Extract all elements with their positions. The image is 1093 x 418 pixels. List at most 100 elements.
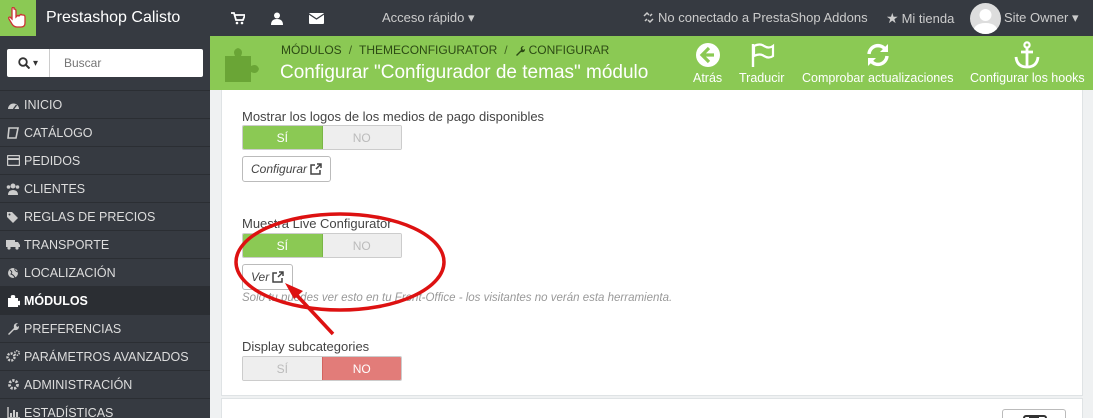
external-link-icon	[310, 163, 322, 175]
live-configurator-help: Solo tu puedes ver esto en tu Front-Offi…	[242, 292, 673, 304]
external-link-icon	[272, 271, 284, 283]
wrench-icon	[515, 45, 525, 56]
my-shop-link[interactable]: ★ Mi tienda	[886, 10, 954, 27]
subcategories-label: Display subcategories	[242, 339, 370, 354]
breadcrumb-item-configure: CONFIGURAR	[528, 43, 610, 57]
configure-button[interactable]: Configurar	[242, 156, 332, 182]
payment-logos-no[interactable]: NO	[322, 126, 401, 149]
check-updates-button[interactable]: Comprobar actualizaciones	[802, 41, 953, 85]
quick-access-dropdown[interactable]: Acceso rápido ▾	[382, 10, 475, 26]
view-button-label: Ver	[251, 270, 270, 284]
flag-icon	[751, 43, 774, 67]
subcategories-yes[interactable]: SÍ	[243, 357, 322, 380]
page-title: Configurar "Configurador de temas" módul…	[280, 62, 649, 83]
anchor-icon	[1014, 41, 1040, 69]
hand-pointer-icon	[8, 7, 26, 28]
sidebar-item-label: TRANSPORTE	[24, 237, 110, 252]
live-configurator-no[interactable]: NO	[322, 234, 401, 257]
view-button[interactable]: Ver	[242, 264, 294, 290]
configure-hooks-button[interactable]: Configurar los hooks	[970, 41, 1085, 85]
arrow-circle-left-icon	[695, 43, 720, 67]
sidebar-item-administracion[interactable]: ADMINISTRACIÓN	[0, 370, 210, 398]
sidebar-item-label: PREFERENCIAS	[24, 321, 122, 336]
sidebar-item-transporte[interactable]: TRANSPORTE	[0, 230, 210, 258]
back-button-label: Atrás	[693, 71, 723, 85]
quick-access-label: Acceso rápido	[382, 10, 465, 25]
my-shop-label: Mi tienda	[901, 11, 955, 26]
sidebar-item-label: ADMINISTRACIÓN	[24, 377, 133, 392]
sidebar-item-catalogo[interactable]: CATÁLOGO	[0, 118, 210, 146]
live-configurator-switch[interactable]: SÍ NO	[242, 233, 402, 258]
breadcrumb-item-modules[interactable]: MÓDULOS	[281, 43, 342, 57]
sidebar-item-clientes[interactable]: CLIENTES	[0, 174, 210, 202]
sidebar-item-label: INICIO	[24, 97, 63, 112]
payment-logos-yes[interactable]: SÍ	[243, 126, 323, 149]
sidebar-item-reglas-de-precios[interactable]: REGLAS DE PRECIOS	[0, 202, 210, 230]
translate-button-label: Traducir	[739, 71, 785, 85]
envelope-icon[interactable]	[307, 9, 325, 27]
subcategories-switch[interactable]: SÍ NO	[242, 356, 402, 381]
sidebar: ▾ INICIO CATÁLOGO PEDIDOS CLIENTES REGLAS DE…	[0, 36, 210, 418]
user-name: Site Owner	[1004, 10, 1069, 25]
sidebar-item-modulos[interactable]: MÓDULOS	[0, 286, 210, 314]
search-box: ▾	[7, 49, 203, 77]
book-icon	[6, 126, 20, 140]
search-input[interactable]	[50, 49, 200, 77]
dashboard-icon	[6, 98, 20, 112]
sidebar-item-inicio[interactable]: INICIO	[0, 90, 210, 118]
sidebar-item-localizacion[interactable]: LOCALIZACIÓN	[0, 258, 210, 286]
configure-hooks-label: Configurar los hooks	[970, 71, 1085, 85]
breadcrumb-item-themeconfigurator[interactable]: THEMECONFIGURATOR	[359, 43, 497, 57]
sidebar-item-label: PARÁMETROS AVANZADOS	[24, 349, 189, 364]
sidebar-item-pedidos[interactable]: PEDIDOS	[0, 146, 210, 174]
sidebar-item-label: CATÁLOGO	[24, 125, 93, 140]
app-title[interactable]: Prestashop Calisto	[46, 9, 208, 27]
puzzle-icon	[225, 48, 259, 82]
wrench-icon	[6, 322, 20, 336]
live-configurator-yes[interactable]: SÍ	[243, 234, 323, 257]
payment-logos-switch[interactable]: SÍ NO	[242, 125, 402, 150]
config-form-panel: Mostrar los logos de los medios de pago …	[221, 90, 1083, 396]
sidebar-item-label: PEDIDOS	[24, 153, 81, 168]
avatar[interactable]	[970, 3, 1001, 34]
search-icon	[18, 57, 30, 69]
sidebar-item-estadisticas[interactable]: ESTADÍSTICAS	[0, 398, 210, 418]
sidebar-item-label: REGLAS DE PRECIOS	[24, 209, 156, 224]
live-configurator-label: Muestra Live Configurator	[242, 216, 392, 231]
save-button[interactable]	[1002, 409, 1066, 418]
globe-icon	[6, 266, 20, 280]
search-options-button[interactable]: ▾	[7, 49, 50, 77]
star-icon: ★	[886, 10, 899, 26]
refresh-icon	[867, 43, 889, 67]
bar-chart-icon	[6, 406, 20, 418]
chain-broken-icon	[643, 11, 654, 24]
subcategories-no[interactable]: NO	[321, 357, 401, 380]
cog-icon	[6, 378, 20, 392]
form-footer-panel	[221, 398, 1083, 418]
logo[interactable]	[0, 0, 36, 36]
top-navbar: Prestashop Calisto Acceso rápido ▾ No co…	[0, 0, 1093, 36]
user-menu[interactable]: Site Owner ▾	[1004, 10, 1078, 26]
addons-status-link[interactable]: No conectado a PrestaShop Addons	[642, 10, 868, 25]
payment-logos-label: Mostrar los logos de los medios de pago …	[242, 109, 545, 124]
cart-icon[interactable]	[229, 9, 247, 27]
back-button[interactable]: Atrás	[693, 41, 722, 85]
users-icon	[6, 182, 20, 196]
user-icon[interactable]	[268, 9, 286, 27]
sidebar-item-preferencias[interactable]: PREFERENCIAS	[0, 314, 210, 342]
addons-status-label: No conectado a PrestaShop Addons	[658, 10, 868, 25]
tags-icon	[6, 210, 20, 224]
translate-button[interactable]: Traducir	[739, 41, 784, 85]
breadcrumb-separator: /	[348, 43, 353, 57]
sidebar-item-label: MÓDULOS	[24, 293, 88, 308]
breadcrumb: MÓDULOS / THEMECONFIGURATOR / CONFIGURAR	[281, 43, 609, 57]
main-menu: INICIO CATÁLOGO PEDIDOS CLIENTES REGLAS DE P…	[0, 90, 210, 418]
puzzle-icon	[6, 294, 20, 308]
sidebar-item-label: ESTADÍSTICAS	[24, 405, 114, 418]
truck-icon	[6, 238, 20, 252]
main-content: Mostrar los logos de los medios de pago …	[210, 90, 1093, 418]
configure-button-label: Configurar	[251, 162, 308, 176]
check-updates-label: Comprobar actualizaciones	[802, 71, 954, 85]
sidebar-item-parametros-avanzados[interactable]: PARÁMETROS AVANZADOS	[0, 342, 210, 370]
sidebar-item-label: CLIENTES	[24, 181, 86, 196]
